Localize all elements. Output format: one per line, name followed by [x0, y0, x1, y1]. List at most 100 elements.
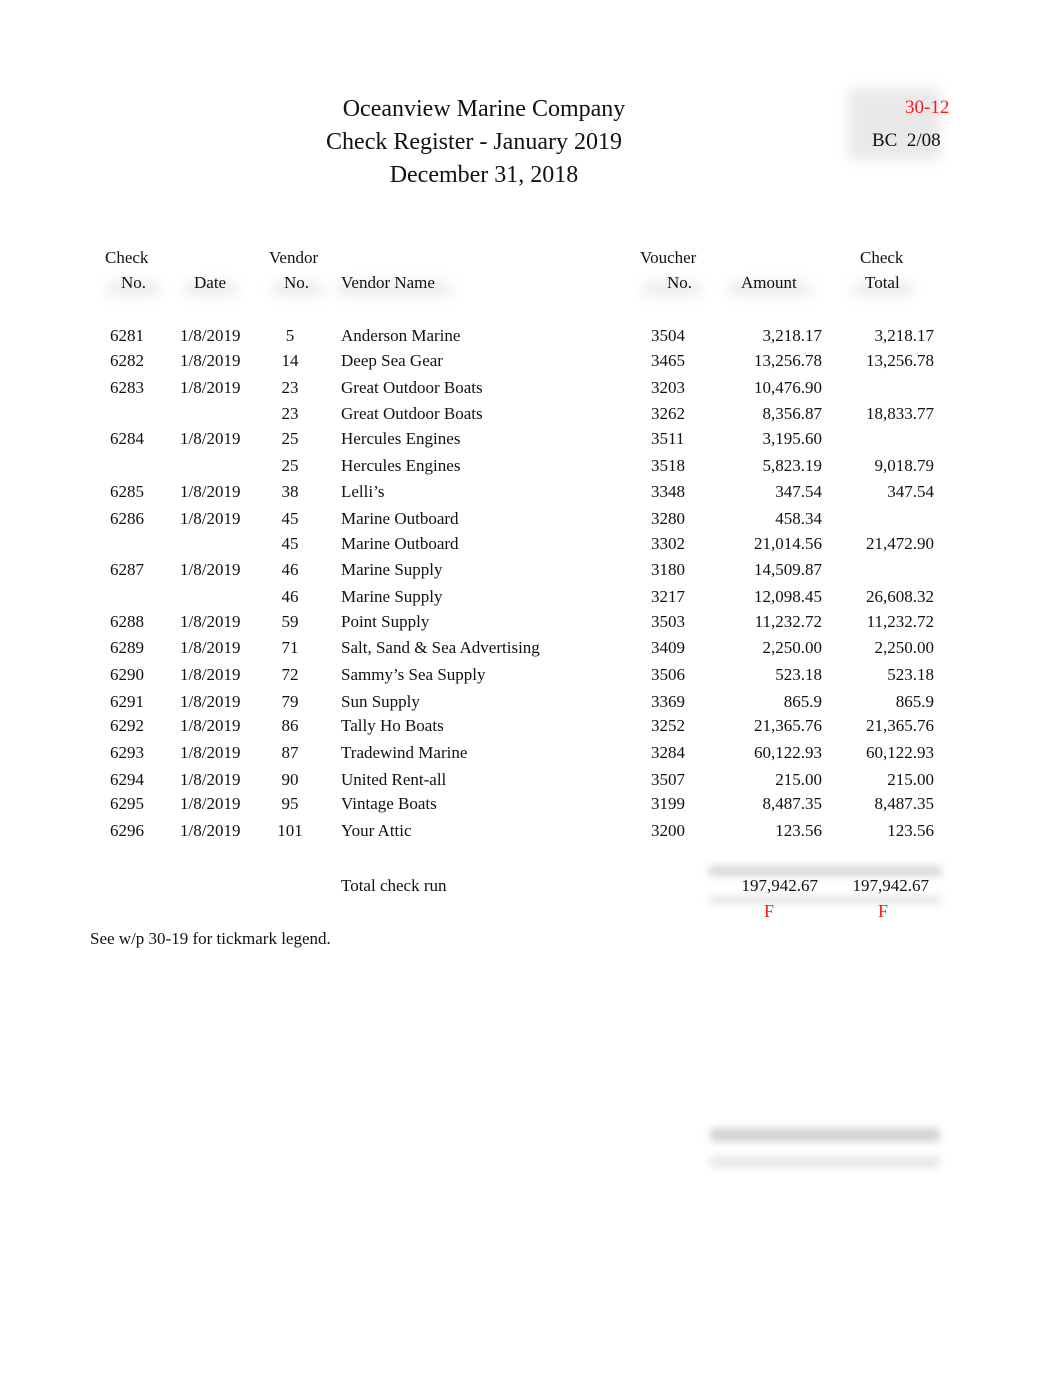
cell-vendor-name: Hercules Engines: [341, 456, 461, 475]
signature-line-redaction: [710, 1156, 940, 1168]
cell-check-total: 13,256.78: [866, 351, 934, 370]
col-header-vendor-no-line2: No.: [284, 273, 310, 292]
cell-check-no: 6290: [110, 665, 144, 684]
cell-vendor-name: Point Supply: [341, 612, 430, 631]
cell-voucher-no: 3409: [651, 638, 685, 657]
cell-voucher-no: 3302: [651, 534, 685, 553]
cell-check-no: 6294: [110, 770, 144, 789]
cell-date: 1/8/2019: [180, 638, 241, 657]
cell-check-no: 6291: [110, 692, 144, 711]
cell-amount: 21,014.56: [754, 534, 822, 553]
cell-vendor-name: Deep Sea Gear: [341, 351, 443, 370]
cell-check-total: 123.56: [887, 821, 934, 840]
cell-check-total: 2,250.00: [874, 638, 935, 657]
cell-date: 1/8/2019: [180, 560, 241, 579]
cell-vendor-no: 45: [281, 509, 299, 528]
cell-vendor-name: Sammy’s Sea Supply: [341, 665, 486, 684]
cell-amount: 215.00: [775, 770, 822, 789]
cell-voucher-no: 3465: [651, 351, 685, 370]
cell-date: 1/8/2019: [180, 665, 241, 684]
cell-amount: 14,509.87: [754, 560, 822, 579]
cell-date: 1/8/2019: [180, 770, 241, 789]
cell-voucher-no: 3252: [651, 716, 685, 735]
cell-check-total: 21,472.90: [866, 534, 934, 553]
cell-voucher-no: 3217: [651, 587, 685, 606]
cell-vendor-no: 5: [285, 326, 295, 345]
cell-vendor-no: 46: [281, 560, 299, 579]
workpaper-reference: 30-12: [905, 97, 950, 118]
cell-vendor-no: 101: [277, 821, 303, 840]
cell-vendor-no: 72: [281, 665, 299, 684]
preparer-signoff: BC 2/08: [872, 130, 941, 151]
cell-check-total: 347.54: [887, 482, 934, 501]
footing-tickmark-amount: F: [764, 901, 775, 921]
cell-voucher-no: 3203: [651, 378, 685, 397]
cell-date: 1/8/2019: [180, 509, 241, 528]
cell-voucher-no: 3369: [651, 692, 685, 711]
cell-check-total: 523.18: [887, 665, 934, 684]
cell-amount: 11,232.72: [754, 612, 822, 631]
total-double-underline-redaction: [708, 896, 942, 904]
cell-amount: 10,476.90: [754, 378, 822, 397]
cell-vendor-name: Great Outdoor Boats: [341, 378, 483, 397]
cell-vendor-no: 25: [281, 456, 299, 475]
cell-vendor-name: Hercules Engines: [341, 429, 461, 448]
cell-date: 1/8/2019: [180, 482, 241, 501]
col-header-check-no-line1: Check: [105, 248, 149, 267]
cell-check-total: 18,833.77: [866, 404, 934, 423]
cell-check-no: 6284: [110, 429, 144, 448]
cell-amount: 2,250.00: [762, 638, 823, 657]
cell-amount: 3,195.60: [762, 429, 823, 448]
cell-amount: 3,218.17: [762, 326, 823, 345]
cell-vendor-name: Vintage Boats: [341, 794, 437, 813]
cell-date: 1/8/2019: [180, 378, 241, 397]
cell-vendor-no: 79: [281, 692, 299, 711]
cell-vendor-no: 14: [281, 351, 299, 370]
cell-check-total: 3,218.17: [874, 326, 935, 345]
cell-voucher-no: 3506: [651, 665, 685, 684]
cell-voucher-no: 3180: [651, 560, 685, 579]
cell-check-total: 8,487.35: [874, 794, 935, 813]
col-header-check-no-line2: No.: [121, 273, 147, 292]
cell-check-no: 6287: [110, 560, 144, 579]
cell-date: 1/8/2019: [180, 429, 241, 448]
signature-line-redaction: [710, 1128, 940, 1142]
cell-vendor-no: 71: [281, 638, 299, 657]
col-header-amount: Amount: [741, 273, 797, 292]
col-header-voucher-no-line2: No.: [667, 273, 693, 292]
cell-check-no: 6292: [110, 716, 144, 735]
cell-vendor-name: Salt, Sand & Sea Advertising: [341, 638, 540, 657]
cell-vendor-no: 59: [281, 612, 299, 631]
cell-voucher-no: 3511: [651, 429, 685, 448]
cell-date: 1/8/2019: [180, 351, 241, 370]
cell-amount: 523.18: [775, 665, 822, 684]
cell-check-no: 6286: [110, 509, 144, 528]
cell-vendor-no: 87: [281, 743, 299, 762]
cell-vendor-name: Marine Outboard: [341, 534, 459, 553]
total-underline-redaction: [708, 866, 942, 876]
cell-check-total: 60,122.93: [866, 743, 934, 762]
total-amount: 197,942.67: [741, 876, 819, 895]
cell-amount: 458.34: [775, 509, 822, 528]
cell-vendor-name: Tally Ho Boats: [341, 716, 444, 735]
cell-vendor-no: 90: [281, 770, 299, 789]
cell-vendor-no: 45: [281, 534, 299, 553]
cell-voucher-no: 3200: [651, 821, 685, 840]
cell-vendor-no: 46: [281, 587, 299, 606]
cell-check-no: 6288: [110, 612, 144, 631]
cell-vendor-no: 25: [281, 429, 299, 448]
cell-check-no: 6295: [110, 794, 144, 813]
col-header-vendor-name: Vendor Name: [341, 273, 435, 292]
cell-vendor-name: Lelli’s: [341, 482, 385, 501]
cell-date: 1/8/2019: [180, 794, 241, 813]
cell-date: 1/8/2019: [180, 743, 241, 762]
cell-amount: 5,823.19: [762, 456, 823, 475]
cell-vendor-name: Tradewind Marine: [341, 743, 468, 762]
footing-tickmark-check-total: F: [878, 901, 889, 921]
col-header-date: Date: [194, 273, 227, 292]
cell-check-total: 26,608.32: [866, 587, 934, 606]
cell-check-no: 6296: [110, 821, 144, 840]
cell-amount: 21,365.76: [754, 716, 822, 735]
cell-vendor-name: Marine Outboard: [341, 509, 459, 528]
cell-check-no: 6289: [110, 638, 144, 657]
